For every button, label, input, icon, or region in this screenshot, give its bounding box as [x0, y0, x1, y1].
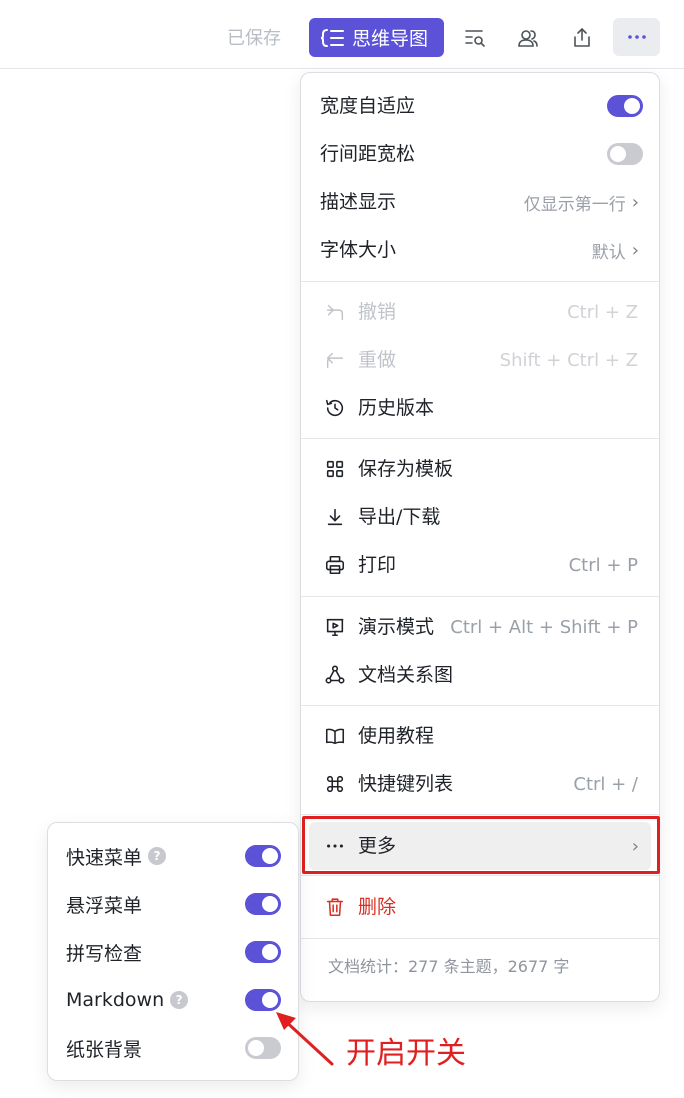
menu-item-label: 删除	[358, 896, 397, 918]
book-icon	[323, 724, 347, 748]
template-grid-icon	[323, 457, 347, 481]
spellcheck-toggle[interactable]	[245, 941, 281, 963]
more-icon	[627, 35, 646, 39]
submenu-item-spellcheck[interactable]: 拼写检查	[48, 929, 298, 975]
submenu-item-label: 快速菜单	[66, 846, 143, 869]
more-submenu: 快速菜单? 悬浮菜单 拼写检查 Markdown? 纸张背景	[47, 822, 299, 1081]
mindmap-icon	[320, 28, 344, 47]
menu-item-label: 导出/下载	[358, 506, 441, 528]
float-menu-toggle[interactable]	[245, 893, 281, 915]
relation-graph-icon	[323, 663, 347, 687]
menu-item-shortcuts[interactable]: 快捷键列表 Ctrl + /	[301, 761, 659, 807]
outline-search-button[interactable]	[457, 20, 493, 56]
description-value: 仅显示第一行	[523, 194, 626, 215]
submenu-item-quick-menu[interactable]: 快速菜单?	[48, 833, 298, 879]
printer-icon	[323, 553, 347, 577]
divider	[301, 938, 659, 939]
menu-item-label: 描述显示	[320, 191, 397, 213]
menu-item-label: 宽度自适应	[320, 95, 416, 117]
line-spacing-toggle[interactable]	[607, 143, 643, 165]
menu-item-line-spacing[interactable]: 行间距宽松	[301, 131, 659, 177]
menu-item-redo[interactable]: 重做 Shift + Ctrl + Z	[301, 337, 659, 383]
menu-item-label: 撤销	[358, 301, 397, 323]
menu-item-history[interactable]: 历史版本	[301, 385, 659, 431]
shortcut-text: Ctrl + /	[573, 773, 638, 795]
help-icon[interactable]: ?	[148, 847, 167, 865]
submenu-item-label: Markdown	[66, 989, 165, 1011]
menu-item-label: 演示模式	[358, 616, 435, 638]
undo-icon	[323, 300, 347, 324]
menu-item-relation[interactable]: 文档关系图	[301, 652, 659, 698]
menu-item-description[interactable]: 描述显示 仅显示第一行 ›	[301, 179, 659, 225]
menu-item-export[interactable]: 导出/下载	[301, 494, 659, 540]
chevron-right-icon: ›	[631, 239, 639, 261]
submenu-item-label: 纸张背景	[66, 1038, 143, 1061]
divider	[301, 814, 659, 815]
save-status: 已保存	[227, 28, 281, 49]
document-stats: 文档统计：277 条主题，2677 字	[328, 957, 570, 976]
redo-icon	[323, 348, 347, 372]
shortcut-text: Ctrl + Alt + Shift + P	[450, 616, 638, 638]
divider	[301, 281, 659, 282]
menu-item-label: 字体大小	[320, 239, 397, 261]
menu-item-label: 保存为模板	[358, 458, 454, 480]
submenu-item-markdown[interactable]: Markdown?	[48, 977, 298, 1023]
shortcut-text: Ctrl + Z	[567, 301, 638, 323]
menu-item-label: 使用教程	[358, 725, 435, 747]
mindmap-button[interactable]: 思维导图	[309, 18, 444, 57]
mindmap-label: 思维导图	[352, 28, 429, 50]
menu-item-undo[interactable]: 撤销 Ctrl + Z	[301, 289, 659, 335]
submenu-item-label: 悬浮菜单	[66, 894, 143, 917]
menu-item-label: 重做	[358, 349, 397, 371]
quick-menu-toggle[interactable]	[245, 845, 281, 867]
highlight-annotation-box	[302, 816, 660, 874]
submenu-item-paper-background[interactable]: 纸张背景	[48, 1025, 298, 1071]
divider	[301, 438, 659, 439]
width-auto-toggle[interactable]	[607, 95, 643, 117]
menu-item-save-template[interactable]: 保存为模板	[301, 446, 659, 492]
collaborators-button[interactable]	[510, 20, 546, 56]
share-icon	[574, 28, 590, 47]
annotation-label: 开启开关	[346, 1036, 466, 1071]
share-button[interactable]	[564, 20, 600, 56]
divider	[301, 596, 659, 597]
shortcut-text: Shift + Ctrl + Z	[499, 349, 638, 371]
menu-item-present[interactable]: 演示模式 Ctrl + Alt + Shift + P	[301, 604, 659, 650]
menu-item-label: 打印	[358, 554, 397, 576]
divider	[301, 705, 659, 706]
submenu-item-float-menu[interactable]: 悬浮菜单	[48, 881, 298, 927]
more-menu-button[interactable]	[613, 18, 660, 56]
menu-item-tutorial[interactable]: 使用教程	[301, 713, 659, 759]
menu-item-label: 文档关系图	[358, 664, 454, 686]
divider	[301, 875, 659, 876]
menu-item-label: 历史版本	[358, 397, 435, 419]
annotation-arrow	[276, 1012, 334, 1066]
help-icon[interactable]: ?	[170, 991, 189, 1009]
history-icon	[323, 396, 347, 420]
presentation-icon	[323, 615, 347, 639]
command-key-icon	[323, 772, 347, 796]
font-size-value: 默认	[591, 242, 626, 263]
menu-item-delete[interactable]: 删除	[301, 884, 659, 930]
trash-icon	[323, 895, 347, 919]
collaborators-icon	[518, 30, 538, 47]
outline-search-icon	[465, 30, 485, 47]
submenu-item-label: 拼写检查	[66, 942, 143, 965]
menu-item-width-auto[interactable]: 宽度自适应	[301, 83, 659, 129]
chevron-right-icon: ›	[631, 191, 639, 213]
top-bar: 已保存 思维导图	[0, 0, 684, 69]
menu-item-label: 行间距宽松	[320, 143, 416, 165]
shortcut-text: Ctrl + P	[568, 554, 638, 576]
menu-item-label: 快捷键列表	[358, 773, 454, 795]
download-icon	[323, 505, 347, 529]
menu-item-print[interactable]: 打印 Ctrl + P	[301, 542, 659, 588]
menu-item-font-size[interactable]: 字体大小 默认 ›	[301, 227, 659, 273]
